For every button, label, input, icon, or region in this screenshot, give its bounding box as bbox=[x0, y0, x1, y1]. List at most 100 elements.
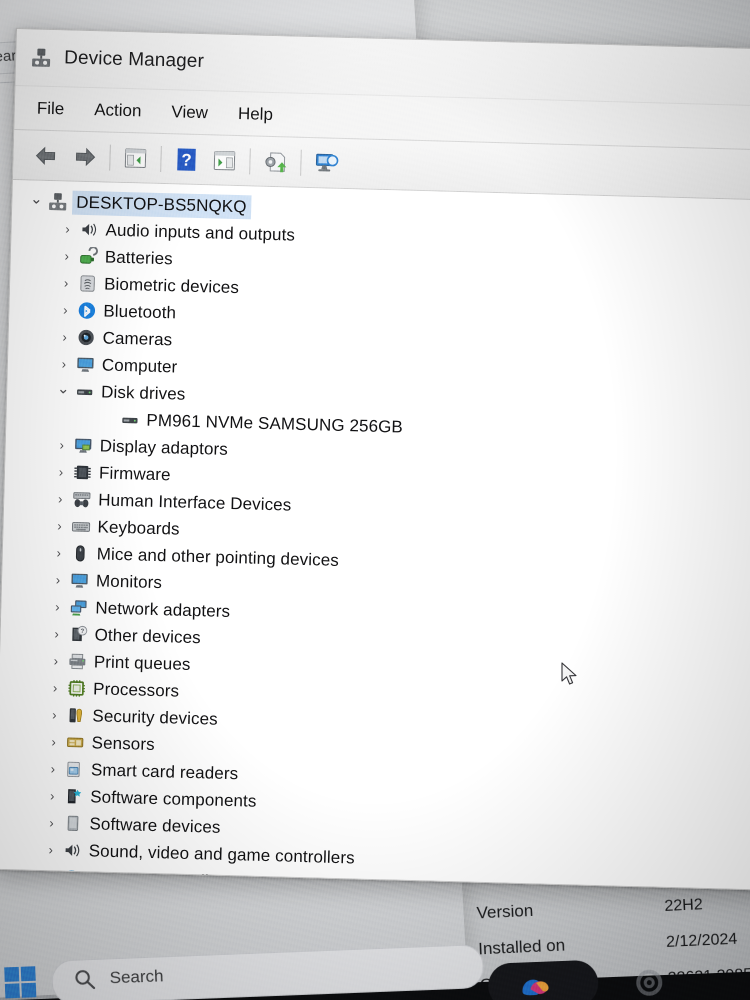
battery-icon bbox=[79, 246, 99, 267]
processor-icon bbox=[67, 679, 87, 699]
tree-item-label: Software devices bbox=[89, 813, 221, 837]
tree-item-label: Sound, video and game controllers bbox=[88, 840, 355, 867]
chevron-right-icon[interactable]: › bbox=[56, 356, 72, 372]
chevron-right-icon[interactable]: › bbox=[46, 707, 62, 723]
forward-button[interactable] bbox=[65, 139, 104, 174]
chevron-right-icon[interactable]: › bbox=[51, 518, 67, 534]
software-component-icon bbox=[64, 787, 84, 807]
tree-item-label: Disk drives bbox=[100, 381, 186, 404]
tree-item-label: Software components bbox=[89, 786, 257, 811]
tree-item-label: Smart card readers bbox=[90, 759, 239, 783]
show-hide-console-tree-button[interactable] bbox=[116, 140, 155, 175]
scan-hardware-changes-button[interactable] bbox=[307, 145, 346, 180]
toolbar-separator-1 bbox=[109, 144, 111, 171]
speaker-icon bbox=[63, 841, 83, 861]
firmware-chip-icon bbox=[73, 463, 93, 483]
chevron-right-icon[interactable]: › bbox=[59, 221, 75, 237]
device-manager-title-text: Device Manager bbox=[63, 47, 205, 73]
fingerprint-icon bbox=[78, 274, 98, 294]
chevron-right-icon[interactable]: › bbox=[45, 761, 61, 777]
tree-item-label: Display adaptors bbox=[99, 435, 229, 459]
chevron-right-icon[interactable]: › bbox=[51, 545, 67, 561]
monitor-icon bbox=[70, 571, 90, 591]
tree-item-label: Bluetooth bbox=[103, 300, 177, 322]
tree-item-label: Biometric devices bbox=[103, 273, 240, 297]
disk-drive-icon bbox=[120, 410, 140, 430]
about-value: 22H2 bbox=[664, 896, 704, 915]
tree-item-label: Audio inputs and outputs bbox=[105, 220, 296, 245]
security-device-icon bbox=[66, 706, 86, 726]
tree-item-label: Firmware bbox=[98, 462, 171, 484]
tree-item-label: Human Interface Devices bbox=[98, 489, 292, 515]
chevron-right-icon[interactable]: › bbox=[57, 302, 73, 318]
display-adapter-icon bbox=[73, 436, 93, 456]
menu-help[interactable]: Help bbox=[238, 104, 273, 125]
toolbar-separator-3 bbox=[249, 147, 251, 174]
chevron-right-icon[interactable]: › bbox=[43, 815, 59, 831]
chevron-right-icon[interactable]: › bbox=[45, 734, 61, 750]
bluetooth-icon bbox=[77, 301, 97, 321]
device-manager-app-icon bbox=[30, 46, 53, 69]
tree-item-label: PM961 NVMe SAMSUNG 256GB bbox=[146, 410, 404, 437]
chevron-right-icon[interactable]: › bbox=[44, 788, 60, 804]
chevron-right-icon[interactable]: › bbox=[56, 329, 72, 345]
chevron-down-icon[interactable]: ⌄ bbox=[28, 190, 44, 207]
hid-icon bbox=[72, 490, 92, 510]
taskbar-search-label: Search bbox=[109, 966, 164, 988]
menu-view[interactable]: View bbox=[171, 102, 208, 123]
svg-text:?: ? bbox=[80, 628, 84, 635]
menu-action[interactable]: Action bbox=[94, 100, 142, 121]
keyboard-icon bbox=[71, 517, 91, 537]
help-button[interactable]: ? bbox=[167, 142, 206, 177]
svg-text:?: ? bbox=[181, 150, 192, 169]
device-tree[interactable]: ⌄ DESKTOP-BS5NQKQ › Audio inputs and output… bbox=[0, 179, 750, 892]
tree-item-label: Monitors bbox=[95, 570, 163, 592]
chevron-right-icon[interactable]: › bbox=[54, 437, 70, 453]
device-manager-window[interactable]: Device Manager File Action View Help ? ⌄… bbox=[0, 28, 750, 892]
update-driver-button[interactable] bbox=[256, 144, 295, 179]
disk-drive-icon bbox=[75, 382, 95, 402]
chevron-right-icon[interactable]: › bbox=[48, 626, 64, 642]
tree-item-label: Other devices bbox=[94, 624, 202, 647]
photographed-screen: ings Search for SeHoSysBluNePerApAccTimG… bbox=[0, 0, 750, 1000]
chevron-right-icon[interactable]: › bbox=[50, 572, 66, 588]
back-button[interactable] bbox=[27, 138, 66, 173]
tree-item-label: Mice and other pointing devices bbox=[96, 543, 340, 570]
chevron-right-icon[interactable]: › bbox=[49, 599, 65, 615]
properties-button[interactable] bbox=[205, 143, 244, 178]
search-icon bbox=[73, 968, 96, 991]
chevron-right-icon[interactable]: › bbox=[43, 842, 59, 858]
about-key: Version bbox=[476, 900, 534, 923]
chevron-right-icon[interactable]: › bbox=[53, 464, 69, 480]
tree-item-label: DESKTOP-BS5NQKQ bbox=[71, 190, 252, 219]
mouse-cursor bbox=[560, 662, 580, 688]
chevron-right-icon[interactable]: › bbox=[47, 680, 63, 696]
monitor-icon bbox=[76, 355, 96, 375]
chevron-right-icon[interactable]: › bbox=[59, 248, 75, 264]
mouse-icon bbox=[71, 544, 91, 564]
printer-icon bbox=[68, 652, 88, 672]
tree-item-label: Batteries bbox=[104, 246, 174, 268]
chevron-right-icon[interactable]: › bbox=[48, 653, 64, 669]
software-device-icon bbox=[63, 814, 83, 834]
chevron-right-icon[interactable]: › bbox=[52, 491, 68, 507]
toolbar-separator-2 bbox=[160, 145, 162, 172]
toolbar-separator-4 bbox=[300, 149, 302, 176]
camera-icon bbox=[76, 328, 96, 348]
gear-icon[interactable] bbox=[632, 965, 667, 1000]
tree-item-label: Keyboards bbox=[97, 516, 180, 539]
start-button[interactable] bbox=[3, 965, 38, 1000]
other-device-icon: ? bbox=[68, 625, 88, 645]
computer-node-icon bbox=[48, 192, 68, 212]
sensor-icon bbox=[65, 733, 85, 753]
smartcard-reader-icon bbox=[65, 760, 85, 780]
tree-item-label: Network adapters bbox=[95, 597, 231, 621]
chevron-right-icon[interactable]: › bbox=[58, 275, 74, 291]
tree-item-label: Processors bbox=[92, 678, 180, 701]
speaker-icon bbox=[79, 220, 99, 240]
tree-item-label: Print queues bbox=[93, 651, 191, 674]
menu-file[interactable]: File bbox=[37, 98, 65, 119]
chevron-down-icon[interactable]: ⌄ bbox=[55, 380, 71, 397]
tree-item-label: Computer bbox=[101, 354, 178, 376]
tree-item-label: Cameras bbox=[102, 327, 173, 349]
